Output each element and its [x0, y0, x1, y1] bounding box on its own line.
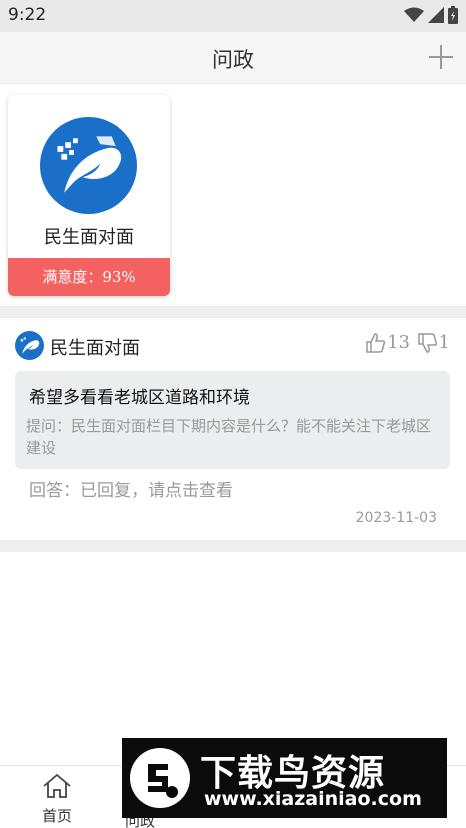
thumbs-up-icon: [366, 332, 386, 353]
satisfaction-badge: 满意度：93%: [8, 258, 170, 296]
battery-icon: [448, 6, 458, 24]
like-count: 13: [387, 332, 410, 353]
question-post[interactable]: 民生面对面 13 1 希望多看看老城区道路和环境 提问：民生面对面栏目下期内容是…: [0, 318, 466, 540]
watermark-logo-icon: [130, 748, 190, 808]
question-box[interactable]: 希望多看看老城区道路和环境 提问：民生面对面栏目下期内容是什么？能不能关注下老城…: [15, 371, 450, 469]
signal-icon: [428, 7, 444, 23]
watermark-url: www.xiazainiao.com: [204, 788, 422, 810]
status-time: 9:22: [8, 5, 47, 25]
post-author: 民生面对面: [50, 338, 140, 359]
nav-home-label: 首页: [41, 807, 72, 825]
page-title: 问政: [212, 48, 254, 72]
question-detail: 提问：民生面对面栏目下期内容是什么？能不能关注下老城区建设: [26, 417, 432, 457]
status-icons: [404, 6, 458, 24]
section-divider: [0, 306, 466, 318]
app-header: 问政: [0, 32, 466, 84]
service-logo-icon: [40, 117, 137, 214]
answer-link[interactable]: 回答：已回复，请点击查看: [29, 476, 233, 501]
service-section: 民生面对面 满意度：93%: [0, 84, 466, 306]
nav-home[interactable]: 首页: [28, 773, 86, 827]
dislike-count: 1: [438, 332, 450, 353]
dislike-button[interactable]: 1: [417, 332, 450, 353]
author-avatar-icon: [15, 331, 44, 360]
status-bar: 9:22: [0, 0, 466, 32]
home-icon: [43, 773, 71, 798]
thumbs-down-icon: [417, 332, 437, 353]
service-card[interactable]: 民生面对面 满意度：93%: [8, 95, 170, 296]
like-button[interactable]: 13: [366, 332, 410, 353]
add-icon[interactable]: [428, 44, 454, 70]
question-title: 希望多看看老城区道路和环境: [29, 388, 250, 408]
section-divider: [0, 540, 466, 552]
post-date: 2023-11-03: [355, 510, 437, 526]
wifi-icon: [404, 7, 424, 22]
watermark: 下载鸟资源 www.xiazainiao.com: [122, 738, 447, 818]
service-name: 民生面对面: [44, 227, 134, 248]
